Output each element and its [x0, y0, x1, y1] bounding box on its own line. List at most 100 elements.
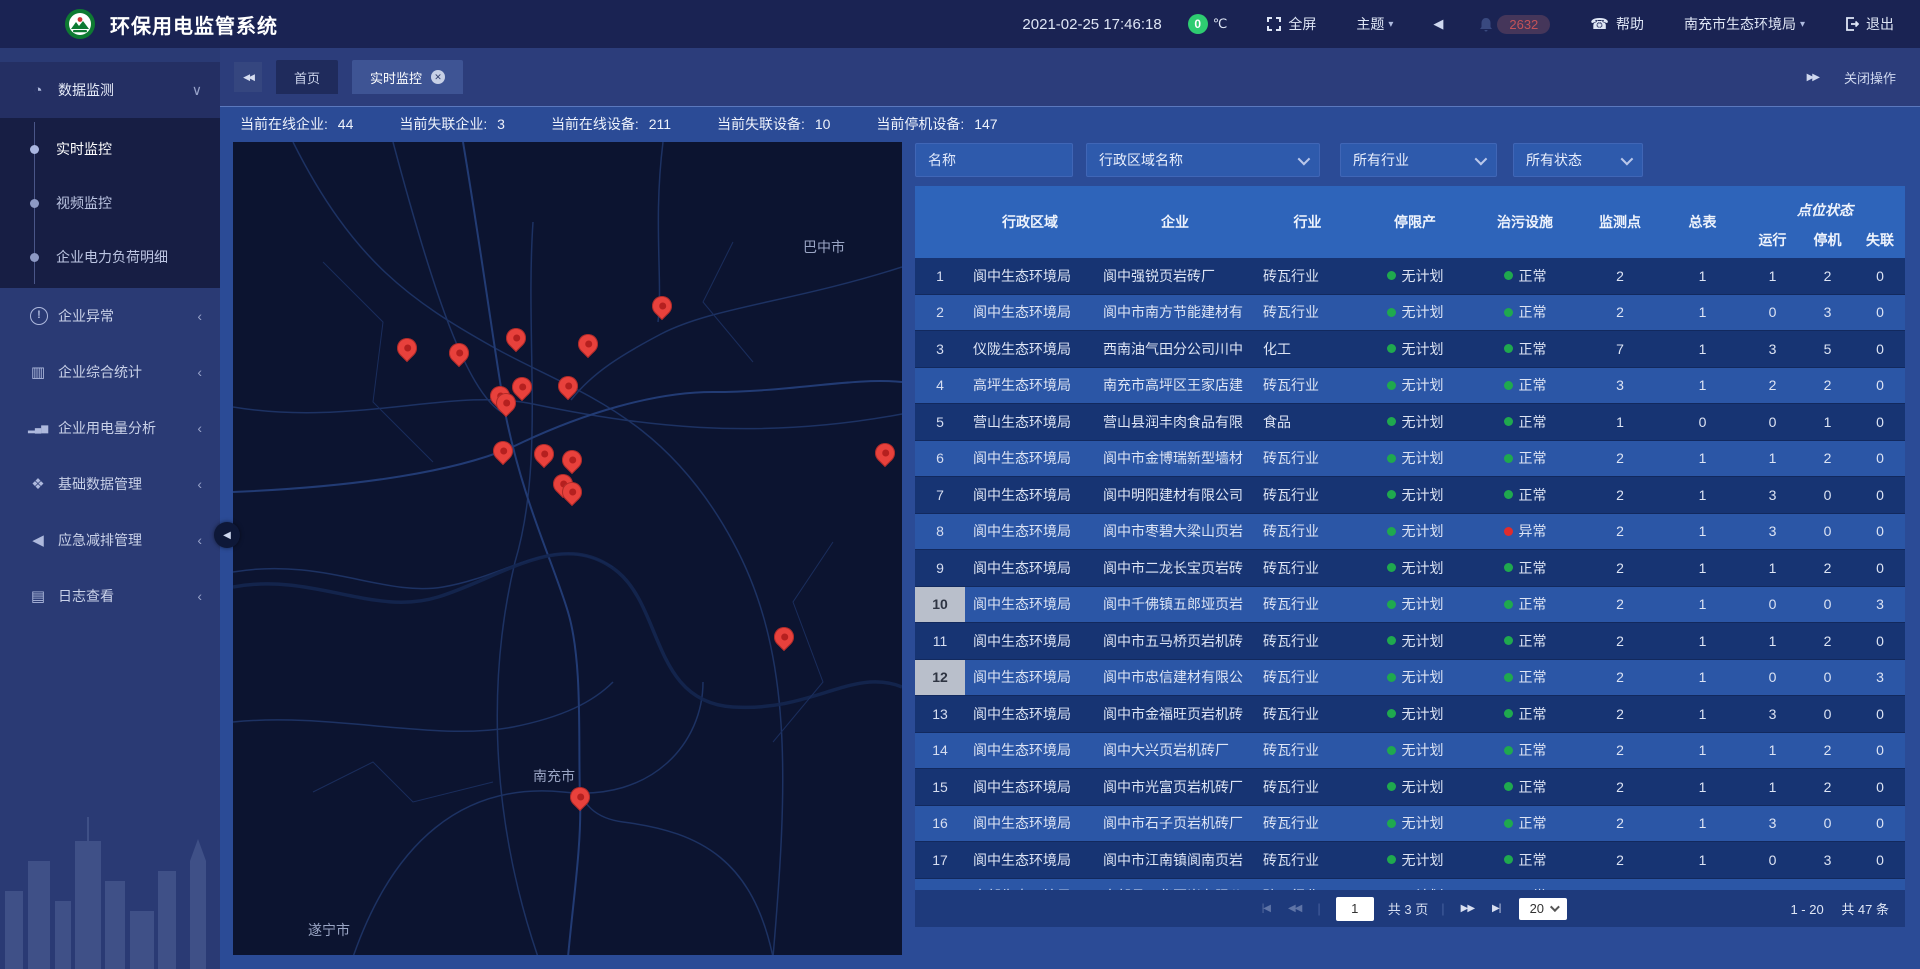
table-row[interactable]: 1 阆中生态环境局 阆中强锐页岩砖厂 砖瓦行业 无计划 正常 2 1 1 2 0: [915, 258, 1905, 295]
status-dot: [1504, 709, 1513, 718]
status-dot: [1387, 344, 1396, 353]
sidebar: ◔ 数据监测 ∨ 实时监控 视频监控 企业电力负荷明细 ! 企业异常 ‹ ▥ 企…: [0, 48, 220, 969]
status-dot: [1504, 417, 1513, 426]
app-logo-icon: [64, 8, 96, 40]
status-dot: [1504, 600, 1513, 609]
chevron-down-icon: [1475, 152, 1488, 165]
sidebar-item[interactable]: ▥ 企业综合统计 ‹: [0, 344, 220, 400]
status-dot: [1504, 381, 1513, 390]
table-row[interactable]: 6 阆中生态环境局 阆中市金博瑞新型墙材 砖瓦行业 无计划 正常 2 1 1 2…: [915, 441, 1905, 478]
table-row[interactable]: 2 阆中生态环境局 阆中市南方节能建材有 砖瓦行业 无计划 正常 2 1 0 3…: [915, 295, 1905, 332]
page-size-select[interactable]: 20: [1519, 898, 1567, 920]
industry-select[interactable]: 所有行业: [1340, 143, 1497, 177]
table-row[interactable]: 11 阆中生态环境局 阆中市五马桥页岩机砖 砖瓦行业 无计划 正常 2 1 1 …: [915, 623, 1905, 660]
col-region: 行政区域: [965, 186, 1095, 258]
pager-next-button[interactable]: ▶▶: [1461, 903, 1474, 914]
col-points: 监测点: [1580, 186, 1660, 258]
table-row[interactable]: 10 阆中生态环境局 阆中千佛镇五郎垭页岩 砖瓦行业 无计划 正常 2 1 0 …: [915, 587, 1905, 624]
tab-home[interactable]: 首页: [276, 60, 338, 94]
datetime-display: 2021-02-25 17:46:18: [1022, 16, 1161, 33]
sidebar-subitem[interactable]: 实时监控: [0, 122, 220, 176]
fullscreen-button[interactable]: 全屏: [1267, 14, 1316, 34]
tab-close-icon[interactable]: ✕: [431, 70, 445, 84]
power-analysis-icon: ▂▄▆: [28, 423, 48, 434]
table-row[interactable]: 18 南部生态环境局 南部县双华页岩有限公 砖瓦行业 无计划 正常 2 1 0 …: [915, 879, 1905, 891]
temperature-badge: 0 ℃: [1188, 14, 1228, 34]
theme-dropdown[interactable]: 主题 ▾: [1356, 14, 1393, 34]
caret-down-icon: ▾: [1800, 19, 1805, 30]
mute-button[interactable]: ◀: [1433, 16, 1443, 32]
stats-bar: 当前在线企业: 44 当前失联企业: 3 当前在线设备: 211 当前失联设备:…: [220, 107, 1920, 141]
logout-button[interactable]: 退出: [1845, 14, 1894, 34]
sidebar-item[interactable]: ❖ 基础数据管理 ‹: [0, 456, 220, 512]
chevron-icon: ‹: [197, 364, 202, 380]
map-collapse-button[interactable]: ◀: [214, 522, 240, 548]
fullscreen-icon: [1267, 17, 1281, 31]
status-dot: [1387, 527, 1396, 536]
status-select[interactable]: 所有状态: [1513, 143, 1643, 177]
sidebar-item[interactable]: ! 企业异常 ‹: [0, 288, 220, 344]
status-dot: [1504, 527, 1513, 536]
pager-last-button[interactable]: ▶|: [1492, 903, 1500, 914]
pager-first-button[interactable]: |◀: [1262, 903, 1270, 914]
status-dot: [1387, 709, 1396, 718]
tab-bar: ◀◀ 首页 实时监控 ✕ ▶▶ 关闭操作: [220, 48, 1920, 107]
sidebar-subitem[interactable]: 企业电力负荷明细: [0, 230, 220, 284]
notification-badge: 2632: [1497, 15, 1550, 34]
col-stop: 停机: [1800, 222, 1855, 258]
enterprise-panel: 行政区域名称 所有行业 所有状态 行政区域 企业 行业 停限产 治污设施 监测点…: [915, 142, 1905, 927]
status-dot: [1387, 563, 1396, 572]
sidebar-item[interactable]: ▤ 日志查看 ‹: [0, 568, 220, 624]
chevron-down-icon: [1621, 152, 1634, 165]
close-operations-button[interactable]: 关闭操作: [1844, 68, 1896, 87]
double-right-arrow-icon: ▶▶: [1807, 72, 1818, 83]
tabs-scroll-right-button[interactable]: ▶▶: [1807, 72, 1818, 83]
sidebar-subitem[interactable]: 视频监控: [0, 176, 220, 230]
table-row[interactable]: 17 阆中生态环境局 阆中市江南镇阆南页岩 砖瓦行业 无计划 正常 2 1 0 …: [915, 842, 1905, 879]
speaker-mute-icon: ◀: [1433, 16, 1443, 32]
table-row[interactable]: 9 阆中生态环境局 阆中市二龙长宝页岩砖 砖瓦行业 无计划 正常 2 1 1 2…: [915, 550, 1905, 587]
col-limit: 停限产: [1360, 186, 1470, 258]
table-row[interactable]: 16 阆中生态环境局 阆中市石子页岩机砖厂 砖瓦行业 无计划 正常 2 1 3 …: [915, 806, 1905, 843]
page-title: 环保用电监管系统: [110, 10, 278, 39]
stat-item: 当前在线企业: 44: [240, 114, 353, 134]
status-dot: [1504, 271, 1513, 280]
tabs-scroll-left-button[interactable]: ◀◀: [234, 62, 262, 92]
sidebar-item[interactable]: ◔ 数据监测 ∨: [0, 62, 220, 118]
table-row[interactable]: 15 阆中生态环境局 阆中市光富页岩机砖厂 砖瓦行业 无计划 正常 2 1 1 …: [915, 769, 1905, 806]
table-row[interactable]: 13 阆中生态环境局 阆中市金福旺页岩机砖 砖瓦行业 无计划 正常 2 1 3 …: [915, 696, 1905, 733]
caret-down-icon: ▾: [1388, 19, 1393, 30]
bullet-dot-icon: [30, 253, 39, 262]
emergency-megaphone-icon: ◀: [28, 531, 48, 549]
total-pages-label: 共 3 页: [1388, 899, 1428, 918]
table-row[interactable]: 3 仪陇生态环境局 西南油气田分公司川中 化工 无计划 正常 7 1 3 5 0: [915, 331, 1905, 368]
pager-prev-button[interactable]: ◀◀: [1288, 903, 1301, 914]
table-row[interactable]: 14 阆中生态环境局 阆中大兴页岩机砖厂 砖瓦行业 无计划 正常 2 1 1 2…: [915, 733, 1905, 770]
map-panel[interactable]: 巴中市南充市遂宁市: [233, 142, 902, 955]
page-number-input[interactable]: [1336, 897, 1374, 921]
left-arrow-icon: ◀: [223, 530, 231, 541]
chevron-icon: ‹: [197, 420, 202, 436]
statistics-icon: ▥: [28, 363, 48, 381]
sidebar-item[interactable]: ◀ 应急减排管理 ‹: [0, 512, 220, 568]
status-dot: [1387, 855, 1396, 864]
tab-realtime-monitor[interactable]: 实时监控 ✕: [352, 60, 463, 94]
region-select[interactable]: 行政区域名称: [1086, 143, 1320, 177]
table-body: 1 阆中生态环境局 阆中强锐页岩砖厂 砖瓦行业 无计划 正常 2 1 1 2 0…: [915, 258, 1905, 890]
col-lost: 失联: [1855, 222, 1905, 258]
chevron-down-icon: [1550, 902, 1560, 912]
status-dot: [1387, 381, 1396, 390]
table-row[interactable]: 12 阆中生态环境局 阆中市忠信建材有限公 砖瓦行业 无计划 正常 2 1 0 …: [915, 660, 1905, 697]
table-row[interactable]: 8 阆中生态环境局 阆中市枣碧大梁山页岩 砖瓦行业 无计划 异常 2 1 3 0…: [915, 514, 1905, 551]
col-company: 企业: [1095, 186, 1255, 258]
notification-area[interactable]: 2632: [1479, 15, 1550, 34]
org-dropdown[interactable]: 南充市生态环境局 ▾: [1684, 14, 1805, 34]
name-search-field[interactable]: [916, 152, 1072, 168]
help-button[interactable]: ☎ 帮助: [1590, 14, 1644, 34]
sidebar-item[interactable]: ▂▄▆ 企业用电量分析 ‹: [0, 400, 220, 456]
table-row[interactable]: 5 营山生态环境局 营山县润丰肉食品有限 食品 无计划 正常 1 0 0 1 0: [915, 404, 1905, 441]
table-row[interactable]: 7 阆中生态环境局 阆中明阳建材有限公司 砖瓦行业 无计划 正常 2 1 3 0…: [915, 477, 1905, 514]
chevron-icon: ‹: [197, 532, 202, 548]
table-row[interactable]: 4 高坪生态环境局 南充市高坪区王家店建 砖瓦行业 无计划 正常 3 1 2 2…: [915, 368, 1905, 405]
name-search-input[interactable]: [915, 143, 1073, 177]
